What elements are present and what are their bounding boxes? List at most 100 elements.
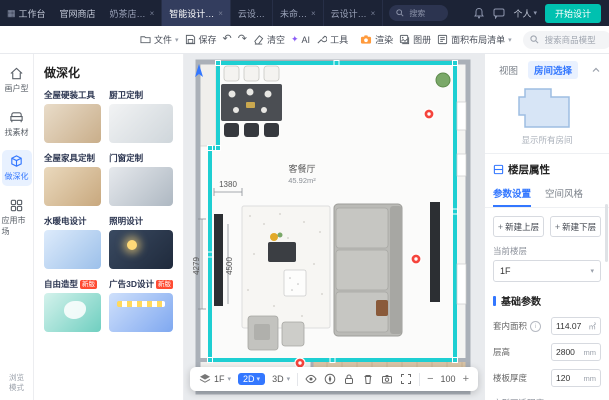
rail-item-find-materials[interactable]: 找素材 bbox=[2, 106, 32, 142]
model-search[interactable] bbox=[523, 31, 609, 49]
delete-button[interactable] bbox=[362, 373, 374, 385]
rug[interactable] bbox=[242, 206, 330, 328]
user-menu[interactable]: 个人 ▾ bbox=[513, 7, 537, 20]
dining-chair[interactable] bbox=[264, 66, 279, 81]
rail-bottom-label[interactable]: 浏览模式 bbox=[6, 373, 28, 392]
subtab-params[interactable]: 参数设置 bbox=[493, 181, 531, 207]
card-lighting-design[interactable]: 照明设计 bbox=[109, 215, 173, 269]
topbar-search-input[interactable] bbox=[407, 8, 441, 19]
search-icon bbox=[396, 9, 404, 17]
render-button[interactable]: 渲染 bbox=[360, 33, 393, 46]
workbench-button[interactable]: ▦ 工作台 bbox=[0, 0, 53, 26]
model-search-input[interactable] bbox=[543, 34, 605, 46]
rail-item-draw-floorplan[interactable]: 画户型 bbox=[2, 62, 32, 98]
card-custom-furniture[interactable]: 全屋家具定制 bbox=[44, 152, 101, 206]
topbar-search[interactable] bbox=[389, 5, 448, 21]
tab-label: 云设计… bbox=[331, 7, 367, 20]
start-design-button[interactable]: 开始设计 bbox=[545, 4, 601, 23]
area-input[interactable]: 114.07 ㎡ bbox=[551, 317, 601, 335]
message-icon[interactable] bbox=[493, 7, 505, 19]
rail-item-deepen[interactable]: 做深化 bbox=[2, 150, 32, 186]
plus-icon: + bbox=[555, 222, 560, 232]
fit-view-button[interactable] bbox=[400, 373, 412, 385]
sparkle-icon: ✦ bbox=[291, 35, 299, 44]
album-button[interactable]: 图册 bbox=[399, 33, 431, 46]
tools-label: 工具 bbox=[330, 33, 348, 46]
floor-switcher[interactable]: 1F ▾ bbox=[199, 373, 231, 385]
zoom-out-button[interactable]: − bbox=[427, 374, 433, 385]
height-input[interactable]: 2800 mm bbox=[551, 343, 601, 361]
current-floor-label: 当前楼层 bbox=[485, 237, 609, 260]
zoom-in-button[interactable]: + bbox=[463, 374, 469, 385]
file-button[interactable]: 文件 ▾ bbox=[140, 33, 179, 46]
close-icon[interactable]: × bbox=[311, 9, 316, 18]
card-hard-decor-tools[interactable]: 全屋硬装工具 bbox=[44, 89, 101, 143]
card-thumbnail bbox=[44, 104, 101, 143]
param-unit: ㎡ bbox=[589, 321, 597, 332]
area-list-button[interactable]: 面积布局清单 ▾ bbox=[437, 33, 512, 46]
design-tab[interactable]: 奶茶店… × bbox=[103, 0, 163, 26]
slab-input[interactable]: 120 mm bbox=[551, 369, 601, 387]
card-doors-windows[interactable]: 门窗定制 bbox=[109, 152, 173, 206]
plant[interactable] bbox=[436, 73, 450, 87]
clear-button[interactable]: 清空 bbox=[253, 33, 285, 46]
tools-button[interactable]: 工具 bbox=[316, 33, 348, 46]
close-icon[interactable]: × bbox=[150, 9, 155, 18]
rail-item-app-market[interactable]: 应用市场 bbox=[2, 194, 32, 241]
dining-chair[interactable] bbox=[224, 123, 239, 137]
lock-button[interactable] bbox=[343, 373, 355, 385]
album-icon bbox=[399, 34, 410, 45]
scrollbar[interactable] bbox=[605, 204, 608, 262]
floor-properties-title: 楼层属性 bbox=[508, 162, 550, 177]
dining-chair[interactable] bbox=[244, 123, 259, 137]
add-lower-floor-button[interactable]: + 新建下层 bbox=[550, 216, 601, 237]
render-label: 渲染 bbox=[375, 33, 393, 46]
undo-button[interactable]: ↶ bbox=[223, 34, 232, 45]
flowers[interactable] bbox=[270, 233, 278, 241]
sofa[interactable] bbox=[334, 204, 402, 336]
collapse-panel-icon[interactable] bbox=[591, 65, 601, 75]
card-free-modeling[interactable]: 自由造型 新版 bbox=[44, 278, 101, 332]
design-tab[interactable]: 云设… bbox=[231, 0, 273, 26]
view-3d-button[interactable]: 3D ▾ bbox=[272, 374, 290, 384]
param-row-height: 层高 2800 mm bbox=[485, 339, 609, 365]
bell-icon[interactable] bbox=[473, 7, 485, 19]
store-button[interactable]: 官网商店 bbox=[53, 0, 103, 26]
media-wall[interactable] bbox=[430, 202, 440, 302]
screenshot-button[interactable] bbox=[381, 373, 393, 385]
plus-icon: + bbox=[498, 222, 503, 232]
compass-button[interactable] bbox=[324, 373, 336, 385]
tab-view[interactable]: 视图 bbox=[493, 61, 524, 79]
tab-label: 未命… bbox=[280, 7, 307, 20]
dining-chair[interactable] bbox=[264, 123, 279, 137]
close-icon[interactable]: × bbox=[218, 9, 223, 18]
ottoman[interactable] bbox=[284, 270, 306, 296]
show-all-rooms[interactable]: 显示所有房间 bbox=[485, 134, 609, 154]
design-tab[interactable]: 未命… × bbox=[273, 0, 324, 26]
close-icon[interactable]: × bbox=[371, 9, 376, 18]
subtab-style[interactable]: 空间风格 bbox=[545, 181, 583, 207]
floor-select[interactable]: 1F ▾ bbox=[493, 260, 601, 282]
dining-chair[interactable] bbox=[244, 66, 259, 81]
add-upper-floor-button[interactable]: + 新建上层 bbox=[493, 216, 544, 237]
tab-room-select[interactable]: 房间选择 bbox=[528, 61, 578, 79]
floorplan-canvas[interactable]: 1380 4279 4500 客餐厅 45.92m² 1F ▾ 2D ▾ 3D … bbox=[184, 54, 484, 400]
redo-button[interactable]: ↷ bbox=[238, 34, 247, 45]
tv-cabinet[interactable] bbox=[214, 214, 223, 306]
save-button[interactable]: 保存 bbox=[185, 33, 217, 46]
card-plumbing-electric[interactable]: 水暖电设计 bbox=[44, 215, 101, 269]
room-area-label: 45.92m² bbox=[288, 176, 316, 185]
card-kitchen-bath[interactable]: 厨卫定制 bbox=[109, 89, 173, 143]
house-preview[interactable] bbox=[485, 83, 609, 134]
ai-button[interactable]: ✦ AI bbox=[291, 35, 310, 45]
card-ad-3d-design[interactable]: 广告3D设计 新版 bbox=[109, 278, 173, 332]
dining-chair[interactable] bbox=[224, 66, 239, 81]
coffee-table[interactable] bbox=[268, 242, 296, 262]
tab-label: 智能设计… bbox=[169, 7, 214, 20]
design-tab[interactable]: 云设计… × bbox=[324, 0, 384, 26]
visibility-button[interactable] bbox=[305, 373, 317, 385]
info-icon[interactable]: i bbox=[530, 321, 541, 332]
view-2d-button[interactable]: 2D ▾ bbox=[238, 373, 265, 385]
design-tab-active[interactable]: 智能设计… × bbox=[162, 0, 231, 26]
dining-set[interactable] bbox=[221, 66, 282, 137]
